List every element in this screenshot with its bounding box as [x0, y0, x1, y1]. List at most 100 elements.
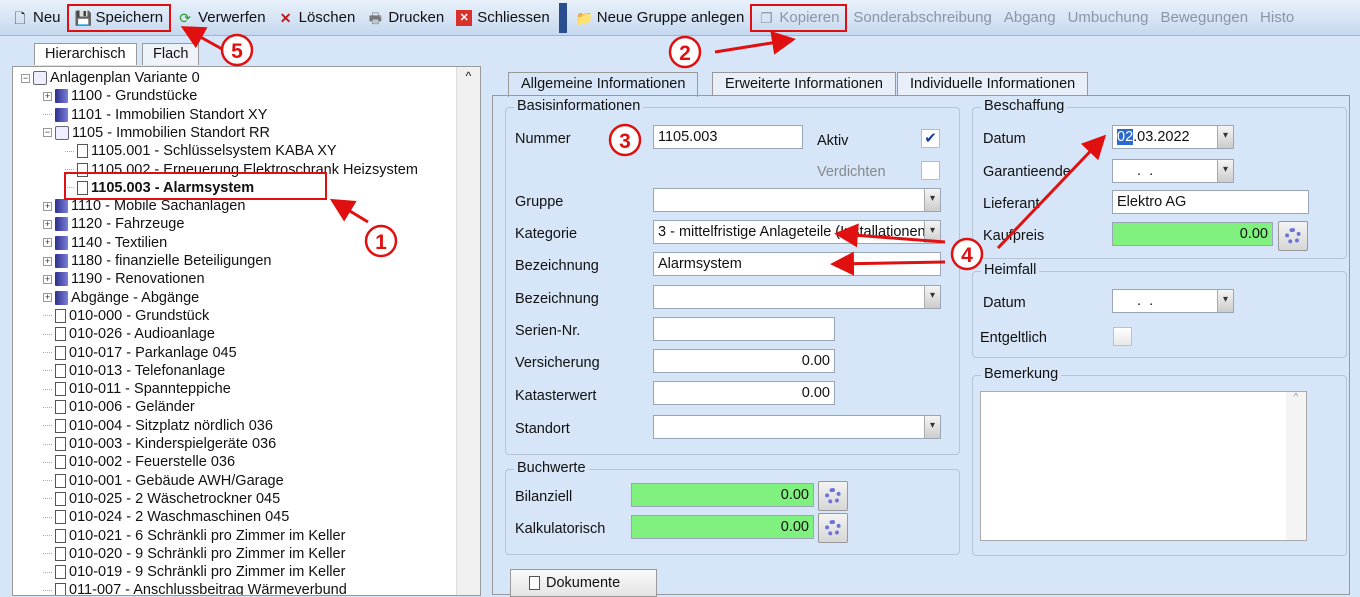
folder-book-icon — [55, 254, 68, 268]
asset-tree[interactable]: − Anlagenplan Variante 0 +1100 - Grundstüc… — [12, 66, 481, 596]
discard-button[interactable]: ⟳ Verwerfen — [171, 4, 272, 32]
entgeltlich-checkbox[interactable] — [1113, 327, 1132, 346]
new-group-button[interactable]: 📁 Neue Gruppe anlegen — [570, 4, 751, 32]
tree-item[interactable]: 010-020 - 9 Schränkli pro Zimmer im Kell… — [43, 545, 345, 563]
history-button[interactable]: Histo — [1254, 4, 1300, 32]
lieferant-input[interactable]: Elektro AG — [1112, 190, 1309, 214]
tab-flach[interactable]: Flach — [142, 43, 200, 65]
document-icon — [55, 327, 66, 342]
tree-item[interactable]: 1101 - Immobilien Standort XY — [43, 106, 267, 124]
collapse-icon[interactable]: − — [21, 73, 30, 83]
gruppe-select[interactable] — [653, 188, 941, 212]
collapse-icon[interactable]: − — [43, 128, 52, 138]
katasterwert-input[interactable]: 0.00 — [653, 381, 835, 405]
expand-icon[interactable]: + — [43, 91, 52, 101]
bilanziell-calc-button[interactable] — [818, 481, 848, 511]
tree-item[interactable]: +1120 - Fahrzeuge — [43, 215, 184, 233]
seriennr-input[interactable] — [653, 317, 835, 341]
save-icon: 💾 — [74, 9, 92, 26]
tree-item[interactable]: 010-025 - 2 Wäschetrockner 045 — [43, 490, 280, 508]
tree-item[interactable]: 010-001 - Gebäude AWH/Garage — [43, 472, 284, 490]
tree-item[interactable]: 010-011 - Spannteppiche — [43, 380, 231, 398]
tab-allgemeine-informationen[interactable]: Allgemeine Informationen — [508, 72, 699, 97]
tree-item-label: 010-017 - Parkanlage 045 — [69, 344, 237, 361]
kalkulatorisch-input[interactable]: 0.00 — [631, 515, 814, 539]
tree-item-label: 010-011 - Spannteppiche — [69, 381, 231, 398]
kaufpreis-calc-button[interactable] — [1278, 221, 1308, 251]
document-icon — [529, 576, 540, 590]
tree-item[interactable]: 010-021 - 6 Schränkli pro Zimmer im Kell… — [43, 527, 345, 545]
new-folder-icon: 📁 — [575, 9, 594, 26]
gear-icon — [825, 520, 841, 536]
expand-icon[interactable]: + — [43, 219, 52, 229]
print-button[interactable]: 🖶 Drucken — [361, 4, 450, 32]
special-depreciation-button[interactable]: Sonderabschreibung — [847, 4, 997, 32]
tree-item[interactable]: 010-002 - Feuerstelle 036 — [43, 453, 235, 471]
tree-item[interactable]: 010-026 - Audioanlage — [43, 325, 215, 343]
tree-item-label: 010-006 - Geländer — [69, 399, 195, 416]
tree-item-label: 011-007 - Anschlussbeitrag Wärmeverbund — [69, 582, 347, 596]
tree-item[interactable]: +1180 - finanzielle Beteiligungen — [43, 252, 271, 270]
tree-scrollbar[interactable]: ^ — [456, 67, 480, 595]
datum-rest: .03.2022 — [1133, 129, 1190, 145]
tree-item[interactable]: 1105.001 - Schlüsselsystem KABA XY — [65, 142, 337, 160]
bemerkung-scrollbar[interactable]: ^ — [1286, 392, 1306, 540]
tree-item-label: 010-000 - Grundstück — [69, 307, 210, 324]
disposal-button[interactable]: Abgang — [998, 4, 1062, 32]
tab-individuelle-informationen[interactable]: Individuelle Informationen — [897, 72, 1089, 96]
tree-item[interactable]: 010-019 - 9 Schränkli pro Zimmer im Kell… — [43, 563, 345, 581]
new-button[interactable]: 🗋 Neu — [6, 4, 67, 32]
tree-item[interactable]: 010-006 - Geländer — [43, 398, 195, 416]
expand-icon[interactable]: + — [43, 201, 52, 211]
tree-item[interactable]: 010-000 - Grundstück — [43, 307, 209, 325]
kalkulatorisch-calc-button[interactable] — [818, 513, 848, 543]
tree-item[interactable]: 010-003 - Kinderspielgeräte 036 — [43, 435, 276, 453]
kaufpreis-input[interactable]: 0.00 — [1112, 222, 1273, 246]
delete-button[interactable]: ✕ Löschen — [272, 4, 362, 32]
tree-item[interactable]: 010-004 - Sitzplatz nördlich 036 — [43, 417, 273, 435]
expand-icon[interactable]: + — [43, 293, 52, 303]
scroll-up-icon[interactable]: ^ — [457, 67, 480, 83]
tree-item-label: Abgänge - Abgänge — [71, 289, 200, 306]
copy-button[interactable]: ❐ Kopieren — [750, 3, 848, 32]
kategorie-select[interactable]: 3 - mittelfristige Anlageteile (Installa… — [653, 220, 941, 244]
document-icon — [55, 473, 66, 488]
bilanziell-input[interactable]: 0.00 — [631, 483, 814, 507]
bemerkung-textarea[interactable] — [980, 391, 1307, 541]
tree-item[interactable]: − Anlagenplan Variante 0 — [21, 69, 200, 87]
standort-select[interactable] — [653, 415, 941, 439]
dokumente-button[interactable]: Dokumente — [510, 569, 657, 597]
aktiv-checkbox[interactable]: ✔ — [921, 129, 940, 148]
tree-item[interactable]: 010-013 - Telefonanlage — [43, 362, 225, 380]
tree-item[interactable]: 010-024 - 2 Waschmaschinen 045 — [43, 508, 289, 526]
heimfall-datum-picker[interactable]: . . — [1112, 289, 1234, 313]
toolbar-overflow-handle[interactable] — [558, 2, 567, 33]
datum-picker[interactable]: 02.03.2022 — [1112, 125, 1234, 149]
movements-button[interactable]: Bewegungen — [1154, 4, 1254, 32]
verdichten-checkbox[interactable] — [921, 161, 940, 180]
tab-hierarchisch[interactable]: Hierarchisch — [34, 43, 137, 65]
tab-erweiterte-informationen[interactable]: Erweiterte Informationen — [712, 72, 896, 96]
bezeichnung2-select[interactable] — [653, 285, 941, 309]
bezeichnung-input[interactable]: Alarmsystem — [653, 252, 941, 276]
tree-item-label: 1120 - Fahrzeuge — [71, 216, 185, 233]
tree-item[interactable]: +1140 - Textilien — [43, 234, 167, 252]
tree-item[interactable]: +1190 - Renovationen — [43, 270, 205, 288]
garantieende-picker[interactable]: . . — [1112, 159, 1234, 183]
group-title: Beschaffung — [981, 98, 1068, 114]
close-button[interactable]: ✕ Schliessen — [450, 4, 556, 32]
tree-item[interactable]: +1100 - Grundstücke — [43, 87, 197, 105]
transfer-button[interactable]: Umbuchung — [1062, 4, 1155, 32]
tree-item[interactable]: + Abgänge - Abgänge — [43, 289, 199, 307]
tree-item-label: 010-013 - Telefonanlage — [69, 362, 226, 379]
tree-item[interactable]: − 1105 - Immobilien Standort RR — [43, 124, 270, 142]
versicherung-input[interactable]: 0.00 — [653, 349, 835, 373]
expand-icon[interactable]: + — [43, 274, 52, 284]
tree-item[interactable]: 010-017 - Parkanlage 045 — [43, 344, 237, 362]
tree-item[interactable]: 011-007 - Anschlussbeitrag Wärmeverbund — [43, 581, 347, 596]
expand-icon[interactable]: + — [43, 256, 52, 266]
tree-line — [43, 535, 52, 536]
nummer-input[interactable]: 1105.003 — [653, 125, 803, 149]
save-button[interactable]: 💾 Speichern — [66, 3, 172, 32]
expand-icon[interactable]: + — [43, 238, 52, 248]
